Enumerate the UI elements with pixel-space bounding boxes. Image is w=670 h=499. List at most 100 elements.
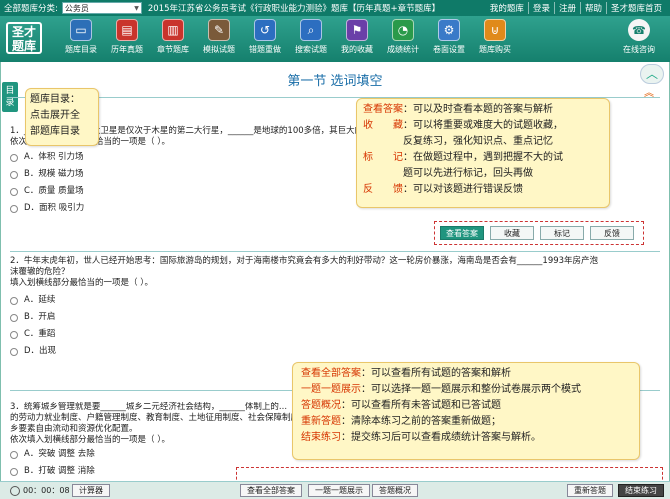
question-2-option-c[interactable]: C．重蹈 <box>10 326 660 343</box>
question-2-text: 2．牛年末虎年初，世人已经开始思考：国际旅游岛的规划，对于海南楼市究竟会有多大的… <box>10 256 599 266</box>
callout-row: 查看答案：可以及时查看本题的答案与解析 <box>363 102 603 118</box>
option-label: C．质量 质量场 <box>24 186 84 196</box>
bookmark-icon: ⚑ <box>346 19 368 41</box>
book-icon: ▥ <box>162 19 184 41</box>
callout-term: 查看全部答案 <box>301 368 361 379</box>
question-2-text2: 沫覆辙的危险？ <box>10 267 70 277</box>
callout-desc: ：在做题过程中，遇到把握不大的试 <box>403 152 563 163</box>
radio-button[interactable] <box>10 313 18 322</box>
toolbar-button-0[interactable]: ▭ 题库目录 <box>58 19 104 61</box>
callout-row: 查看全部答案：可以查看所有试题的答案和解析 <box>301 366 631 382</box>
option-label: A．体积 引力场 <box>24 152 84 162</box>
exam-title: 2015年江苏省公务员考试《行政职业能力测验》题库【历年真题+章节题库】 <box>147 4 441 14</box>
main-toolbar: 圣才 题库 ▭ 题库目录 ▤ 历年真题 ▥ 章节题库 ✎ 模拟试题 ↺ 错题重做 ⌕ 搜索试题 ⚑ 我的收… <box>0 16 670 62</box>
callout-term: 标 记 <box>363 152 403 163</box>
toolbar-tools: ▭ 题库目录 ▤ 历年真题 ▥ 章节题库 ✎ 模拟试题 ↺ 错题重做 ⌕ 搜索试题 ⚑ 我的收藏 ◔ 成绩统计… <box>58 19 518 61</box>
toolbar-button-label: 搜索试题 <box>295 45 327 54</box>
radio-button[interactable] <box>10 296 18 305</box>
timer: 00：00：08 <box>10 485 70 496</box>
radio-button[interactable] <box>10 170 18 179</box>
callout-desc: ：清除本练习之前的答案重新做题； <box>341 416 501 427</box>
document-icon: ▤ <box>116 19 138 41</box>
feedback-button[interactable]: 反馈 <box>590 226 634 240</box>
monitor-icon: ▭ <box>70 19 92 41</box>
link-login[interactable]: 登录 <box>527 2 554 14</box>
toolbar-button-label: 题库购买 <box>479 45 511 54</box>
restart-button[interactable]: 重新答题 <box>567 484 613 497</box>
option-label: B．规模 磁力场 <box>24 169 84 179</box>
callout-row: 答题概况：可以查看所有未答试题和已答试题 <box>301 398 631 414</box>
question-2-option-a[interactable]: A．延续 <box>10 292 660 309</box>
callout-row: 题可以先进行标记，回头再做 <box>363 166 603 182</box>
chevron-down-icon: ▼ <box>134 4 139 12</box>
option-label: D．出现 <box>24 346 57 356</box>
radio-button[interactable] <box>10 450 18 459</box>
callout-term: 答题概况 <box>301 400 341 411</box>
online-consult-label: 在线咨询 <box>623 45 655 54</box>
toolbar-button-1[interactable]: ▤ 历年真题 <box>104 19 150 61</box>
radio-button[interactable] <box>10 330 18 339</box>
toolbar-button-4[interactable]: ↺ 错题重做 <box>242 19 288 61</box>
link-register[interactable]: 注册 <box>553 2 580 14</box>
radio-button[interactable] <box>10 187 18 196</box>
callout-desc: 反复练习，强化知识点、重点记忆 <box>363 136 553 147</box>
option-label: B．开启 <box>24 312 56 322</box>
catalog-callout-line1: 题库目录： <box>30 94 80 105</box>
top-bar: 全部题库分类: 公务员 ▼ 2015年江苏省公务员考试《行政职业能力测验》题库【… <box>0 0 670 16</box>
logo: 圣才 题库 <box>6 22 42 54</box>
link-my-bank[interactable]: 我的题库 <box>486 2 528 14</box>
finish-button[interactable]: 结束练习 <box>618 484 664 497</box>
callout-desc: ：提交练习后可以查看成绩统计答案与解析。 <box>341 432 541 443</box>
callout-desc: ：可以查看所有试题的答案和解析 <box>361 368 511 379</box>
chat-icon: ☎ <box>628 19 650 41</box>
mark-button[interactable]: 标记 <box>540 226 584 240</box>
calculator-button[interactable]: 计算器 <box>72 484 110 497</box>
option-label: B．打破 调整 消除 <box>24 466 95 476</box>
callout-row: 反复练习，强化知识点、重点记忆 <box>363 134 603 150</box>
toolbar-button-label: 题库目录 <box>65 45 97 54</box>
callout-term: 收 藏 <box>363 120 403 131</box>
question-2-option-b[interactable]: B．开启 <box>10 309 660 326</box>
toolbar-button-8[interactable]: ⚙ 卷面设置 <box>426 19 472 61</box>
toolbar-button-label: 错题重做 <box>249 45 281 54</box>
callout-row: 反 馈：可以对该题进行错误反馈 <box>363 182 603 198</box>
timer-value: 00：00：08 <box>23 486 70 495</box>
toolbar-button-6[interactable]: ⚑ 我的收藏 <box>334 19 380 61</box>
option-label: A．延续 <box>24 295 56 305</box>
category-select[interactable]: 公务员 ▼ <box>61 2 142 14</box>
callout-term: 反 馈 <box>363 184 403 195</box>
toolbar-button-5[interactable]: ⌕ 搜索试题 <box>288 19 334 61</box>
one-by-one-button[interactable]: 一题一题展示 <box>308 484 370 497</box>
view-all-answers-button[interactable]: 查看全部答案 <box>240 484 302 497</box>
section-bar: ︽ <box>10 89 660 99</box>
favorite-button[interactable]: 收藏 <box>490 226 534 240</box>
radio-button[interactable] <box>10 347 18 356</box>
view-answer-button[interactable]: 查看答案 <box>440 226 484 240</box>
toolbar-button-2[interactable]: ▥ 章节题库 <box>150 19 196 61</box>
radio-button[interactable] <box>10 204 18 213</box>
pie-chart-icon: ◔ <box>392 19 414 41</box>
question-divider <box>10 251 660 252</box>
link-home[interactable]: 圣才题库首页 <box>605 2 666 14</box>
online-consult-button[interactable]: ☎ 在线咨询 <box>616 19 662 55</box>
link-help[interactable]: 帮助 <box>579 2 606 14</box>
callout-desc: ：可以对该题进行错误反馈 <box>403 184 523 195</box>
cart-icon: ⊍ <box>484 19 506 41</box>
toolbar-button-label: 模拟试题 <box>203 45 235 54</box>
radio-button[interactable] <box>10 153 18 162</box>
toolbar-button-3[interactable]: ✎ 模拟试题 <box>196 19 242 61</box>
gear-icon: ⚙ <box>438 19 460 41</box>
toolbar-button-label: 我的收藏 <box>341 45 373 54</box>
option-label: C．重蹈 <box>24 329 56 339</box>
toolbar-button-label: 成绩统计 <box>387 45 419 54</box>
toolbar-button-9[interactable]: ⊍ 题库购买 <box>472 19 518 61</box>
toolbar-button-7[interactable]: ◔ 成绩统计 <box>380 19 426 61</box>
callout-term: 重新答题 <box>301 416 341 427</box>
answer-overview-button[interactable]: 答题概况 <box>372 484 418 497</box>
callout-desc: ：可以查看所有未答试题和已答试题 <box>341 400 501 411</box>
double-chevron-up-icon[interactable]: ︽ <box>644 89 654 99</box>
option-label: D．面积 吸引力 <box>24 203 85 213</box>
question-2: 2．牛年末虎年初，世人已经开始思考：国际旅游岛的规划，对于海南楼市究竟会有多大的… <box>10 256 660 360</box>
question-2-option-d[interactable]: D．出现 <box>10 343 660 360</box>
radio-button[interactable] <box>10 467 18 476</box>
